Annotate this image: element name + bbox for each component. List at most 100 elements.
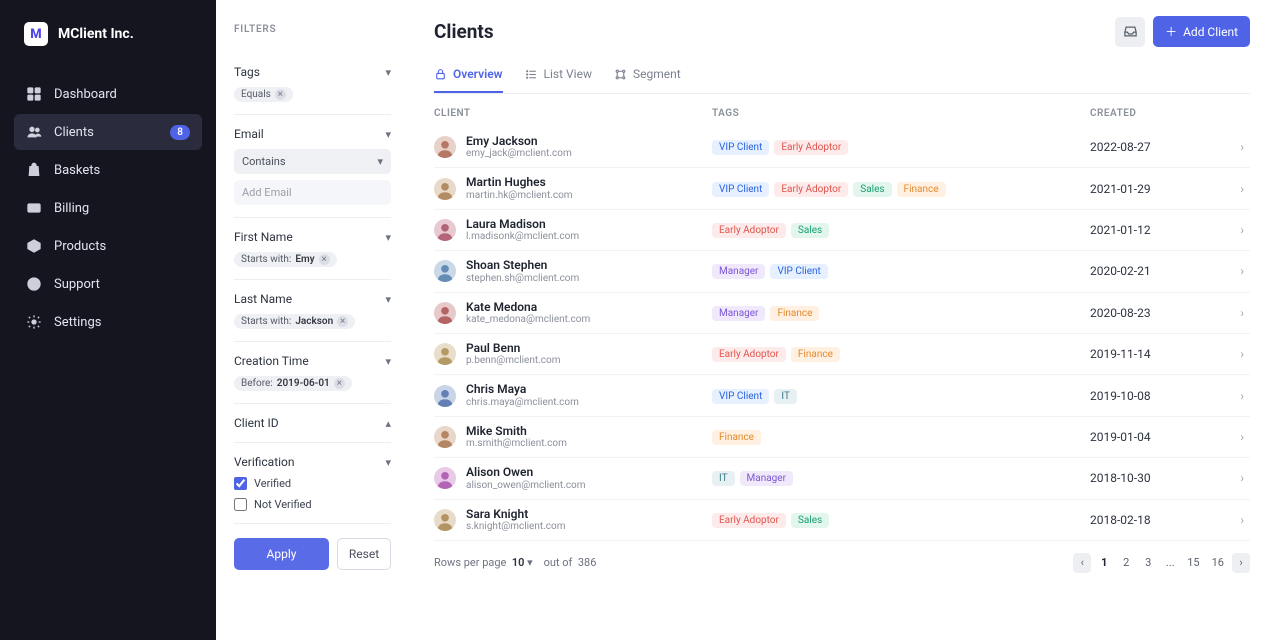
verified-checkbox[interactable]: [234, 477, 247, 490]
tab-segment[interactable]: Segment: [614, 57, 681, 93]
avatar: [434, 302, 456, 324]
sidebar-item-billing[interactable]: Billing: [14, 190, 202, 226]
plus-icon: ＋: [1165, 23, 1177, 40]
chevron-down-icon: ▾: [377, 155, 383, 168]
avatar: [434, 385, 456, 407]
col-created: CREATED: [1090, 108, 1250, 119]
pager-total: 386: [578, 556, 597, 569]
sidebar-item-label: Baskets: [54, 163, 100, 178]
sidebar-item-clients[interactable]: Clients8: [14, 114, 202, 150]
table-row[interactable]: Alison Owenalison_owen@mclient.comITMana…: [434, 458, 1250, 499]
tag-pill: Early Adoptor: [774, 140, 848, 155]
reset-button[interactable]: Reset: [337, 538, 391, 570]
pager-page[interactable]: 16: [1208, 553, 1228, 573]
table-row[interactable]: Shoan Stephenstephen.sh@mclient.comManag…: [434, 251, 1250, 292]
close-icon[interactable]: ×: [319, 254, 330, 265]
globe-icon: [26, 276, 42, 292]
tab-list-view[interactable]: List View: [525, 57, 592, 93]
client-tags: Early AdoptorFinance: [712, 346, 1090, 362]
client-email: chris.maya@mclient.com: [466, 397, 579, 409]
not-verified-checkbox-row[interactable]: Not Verified: [234, 498, 391, 511]
chevron-down-icon[interactable]: ▾: [527, 556, 533, 569]
tag-pill: Early Adoptor: [712, 223, 786, 238]
created-date: 2019-11-14: [1090, 347, 1151, 361]
filter-lastname-chip[interactable]: Starts with: Jackson ×: [234, 314, 355, 329]
filter-lastname-header[interactable]: Last Name ▾: [234, 292, 391, 306]
users-icon: [26, 124, 42, 140]
filter-creation-chip[interactable]: Before: 2019-06-01 ×: [234, 376, 352, 391]
filter-tags-header[interactable]: Tags ▾: [234, 65, 391, 79]
client-email: kate_medona@mclient.com: [466, 314, 590, 326]
chevron-right-icon: ›: [1240, 140, 1244, 154]
verified-checkbox-row[interactable]: Verified: [234, 477, 391, 490]
filter-email: Email ▾ Contains ▾: [234, 115, 391, 218]
tag-pill: Sales: [853, 182, 891, 197]
pager-page[interactable]: 2: [1117, 553, 1135, 573]
rows-per-page-value[interactable]: 10: [512, 556, 525, 569]
table-row[interactable]: Laura Madisonl.madisonk@mclient.comEarly…: [434, 210, 1250, 251]
client-name: Martin Hughes: [466, 175, 573, 189]
email-condition-select[interactable]: Contains ▾: [234, 149, 391, 174]
pager-next[interactable]: ›: [1232, 553, 1250, 573]
client-name: Laura Madison: [466, 217, 579, 231]
table-row[interactable]: Martin Hughesmartin.hk@mclient.comVIP Cl…: [434, 168, 1250, 209]
chevron-down-icon: ▾: [385, 231, 391, 244]
close-icon[interactable]: ×: [334, 378, 345, 389]
filter-tags-label: Tags: [234, 65, 260, 79]
tag-pill: Sales: [791, 223, 829, 238]
filter-firstname-chip[interactable]: Starts with: Emy ×: [234, 252, 337, 267]
filter-tags-chip[interactable]: Equals ×: [234, 87, 293, 102]
tab-overview[interactable]: Overview: [434, 57, 503, 93]
pager-prev[interactable]: ‹: [1073, 553, 1091, 573]
pager-page[interactable]: 15: [1183, 553, 1203, 573]
avatar: [434, 467, 456, 489]
table-row[interactable]: Chris Mayachris.maya@mclient.comVIP Clie…: [434, 375, 1250, 416]
filter-creation-header[interactable]: Creation Time ▾: [234, 354, 391, 368]
sidebar-item-settings[interactable]: Settings: [14, 304, 202, 340]
tag-pill: Manager: [712, 306, 765, 321]
created-date: 2020-08-23: [1090, 306, 1151, 320]
chevron-right-icon: ›: [1240, 347, 1244, 361]
filter-clientid-header[interactable]: Client ID ▴: [234, 416, 391, 430]
table-header: CLIENT TAGS CREATED: [434, 94, 1250, 127]
table-row[interactable]: Sara Knights.knight@mclient.comEarly Ado…: [434, 500, 1250, 541]
tag-pill: VIP Client: [712, 182, 769, 197]
tag-pill: VIP Client: [712, 140, 769, 155]
pager-page[interactable]: 1: [1095, 553, 1113, 573]
sidebar-item-baskets[interactable]: Baskets: [14, 152, 202, 188]
avatar: [434, 136, 456, 158]
table-row[interactable]: Mike Smithm.smith@mclient.comFinance2019…: [434, 417, 1250, 458]
filter-creation: Creation Time ▾ Before: 2019-06-01 ×: [234, 342, 391, 404]
table-row[interactable]: Emy Jacksonemy_jack@mclient.comVIP Clien…: [434, 127, 1250, 168]
client-name: Shoan Stephen: [466, 258, 579, 272]
apply-button[interactable]: Apply: [234, 538, 329, 570]
filter-lastname-label: Last Name: [234, 292, 292, 306]
inbox-icon-button[interactable]: [1115, 17, 1145, 47]
chevron-right-icon: ›: [1240, 513, 1244, 527]
created-date: 2018-02-18: [1090, 513, 1151, 527]
sidebar-item-products[interactable]: Products: [14, 228, 202, 264]
email-value-input[interactable]: [234, 180, 391, 205]
sidebar-item-dashboard[interactable]: Dashboard: [14, 76, 202, 112]
tag-pill: IT: [712, 471, 735, 486]
client-email: alison_owen@mclient.com: [466, 480, 586, 492]
close-icon[interactable]: ×: [275, 89, 286, 100]
tag-pill: Finance: [770, 306, 819, 321]
table-row[interactable]: Paul Bennp.benn@mclient.comEarly Adoptor…: [434, 334, 1250, 375]
sidebar-item-support[interactable]: Support: [14, 266, 202, 302]
close-icon[interactable]: ×: [337, 316, 348, 327]
table-row[interactable]: Kate Medonakate_medona@mclient.comManage…: [434, 293, 1250, 334]
tag-pill: Manager: [740, 471, 793, 486]
filter-email-header[interactable]: Email ▾: [234, 127, 391, 141]
filter-verification-header[interactable]: Verification ▾: [234, 455, 391, 469]
add-client-button[interactable]: ＋ Add Client: [1153, 16, 1250, 47]
brand-name: MClient Inc.: [58, 26, 134, 42]
filter-firstname-header[interactable]: First Name ▾: [234, 230, 391, 244]
pager-page[interactable]: 3: [1139, 553, 1157, 573]
brand: M MClient Inc.: [14, 0, 202, 76]
created-date: 2020-02-21: [1090, 264, 1151, 278]
filter-verification-label: Verification: [234, 455, 295, 469]
not-verified-checkbox[interactable]: [234, 498, 247, 511]
client-tags: Early Adoptor Sales: [712, 222, 1090, 238]
avatar: [434, 426, 456, 448]
